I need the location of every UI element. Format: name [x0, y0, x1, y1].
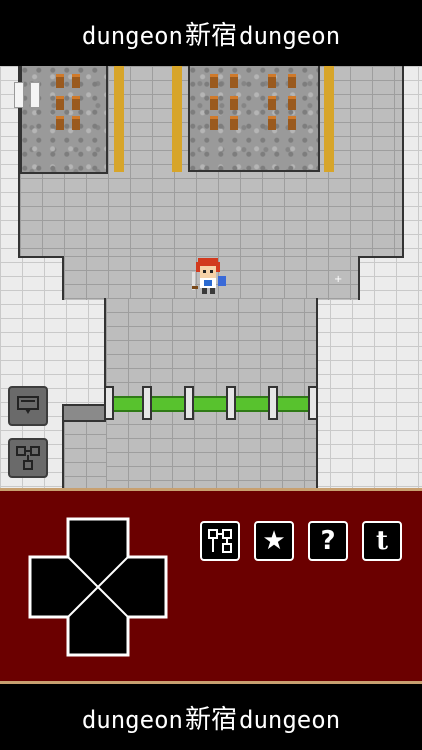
- fence-post: [184, 386, 194, 420]
- torch-icon: [288, 74, 296, 88]
- message-button[interactable]: [8, 386, 48, 426]
- player-character: [192, 258, 228, 296]
- control-panel: ★ ? t: [0, 488, 422, 684]
- speech-bubble-icon: [17, 396, 39, 414]
- pillar: [324, 66, 334, 172]
- torch-icon: [210, 96, 218, 110]
- game-scene[interactable]: +: [0, 66, 422, 488]
- torch-icon: [56, 116, 64, 130]
- logo-text-right: dungeon: [239, 705, 341, 734]
- hero-sprite-icon: [192, 258, 226, 294]
- pillar: [114, 66, 124, 172]
- alcove-ledge: [62, 404, 106, 422]
- twitter-button[interactable]: t: [362, 521, 402, 561]
- torch-icon: [268, 74, 276, 88]
- torch-icon: [72, 74, 80, 88]
- floor-corridor: [104, 298, 318, 488]
- twitter-icon: t: [375, 526, 388, 556]
- fence-rail: [104, 396, 318, 412]
- stone-block-right: [188, 66, 320, 172]
- minimap-icon: [16, 446, 40, 470]
- fence-post: [308, 386, 318, 420]
- torch-icon: [230, 74, 238, 88]
- game-logo-bottom: dungeon新宿dungeon: [82, 699, 340, 736]
- torch-icon: [72, 96, 80, 110]
- fence-post: [268, 386, 278, 420]
- torch-icon: [230, 116, 238, 130]
- sparkle-icon: +: [334, 274, 343, 285]
- torch-icon: [268, 116, 276, 130]
- question-icon: ?: [320, 526, 336, 556]
- help-button[interactable]: ?: [308, 521, 348, 561]
- map-button[interactable]: [200, 521, 240, 561]
- bottom-banner: dungeon新宿dungeon: [0, 684, 422, 750]
- map-icon: [208, 529, 232, 553]
- logo-text-left: dungeon: [81, 705, 183, 734]
- torch-icon: [56, 74, 64, 88]
- pause-icon: [14, 82, 24, 108]
- dpad-icon: [28, 517, 168, 657]
- torch-icon: [268, 96, 276, 110]
- logo-text-right: dungeon: [239, 21, 341, 50]
- pillar: [172, 66, 182, 172]
- game-logo: dungeon新宿dungeon: [82, 15, 340, 52]
- torch-icon: [230, 96, 238, 110]
- logo-kanji: 新宿: [184, 704, 237, 735]
- torch-icon: [288, 116, 296, 130]
- star-icon: ★: [262, 526, 286, 556]
- fence-post: [226, 386, 236, 420]
- torch-icon: [288, 96, 296, 110]
- torch-icon: [56, 96, 64, 110]
- logo-text-left: dungeon: [81, 21, 183, 50]
- pause-button[interactable]: [14, 80, 42, 108]
- torch-icon: [72, 116, 80, 130]
- dpad[interactable]: [28, 517, 168, 657]
- logo-kanji: 新宿: [184, 20, 237, 51]
- top-banner: dungeon新宿dungeon: [0, 0, 422, 66]
- fence-post: [104, 386, 114, 420]
- minimap-button[interactable]: [8, 438, 48, 478]
- torch-icon: [210, 116, 218, 130]
- torch-icon: [210, 74, 218, 88]
- fence-post: [142, 386, 152, 420]
- favorite-button[interactable]: ★: [254, 521, 294, 561]
